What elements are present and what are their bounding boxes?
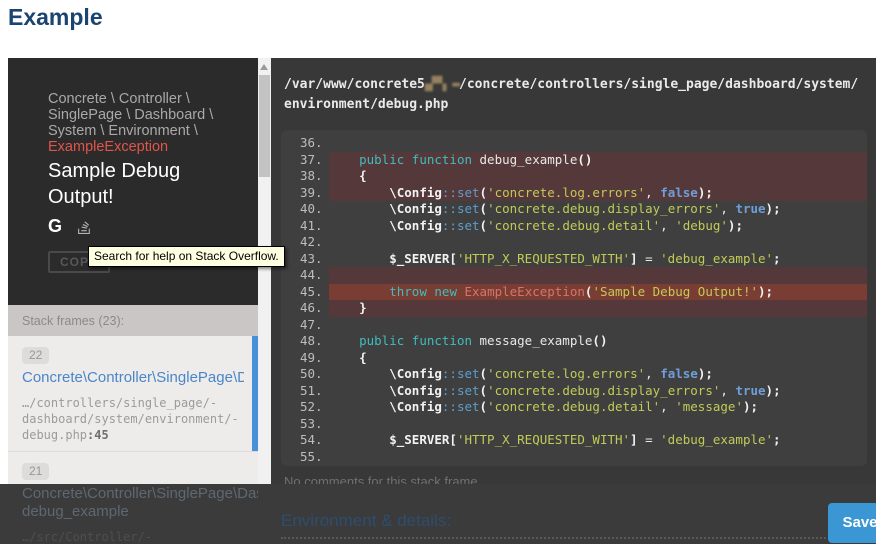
code-viewer: 36.37. public function debug_example()38… (281, 130, 867, 466)
line-number: 42. (281, 234, 322, 251)
line-number: 52. (281, 399, 322, 416)
exception-class-line: SinglePage \ Dashboard \ (48, 107, 213, 123)
line-number: 47. (281, 317, 322, 334)
code-line: 45. throw new ExampleException('Sample D… (281, 284, 867, 301)
line-number: 36. (281, 135, 322, 152)
source-file-path: /var/www/concrete5▄▀▚ ▬/concrete/control… (271, 58, 876, 115)
line-number: 38. (281, 168, 322, 185)
code-line: 40. \Config::set('concrete.debug.display… (281, 201, 867, 218)
exception-info: Concrete \ Controller \ SinglePage \ Das… (8, 58, 258, 305)
line-number: 48. (281, 333, 322, 350)
code-line: 43. $_SERVER['HTTP_X_REQUESTED_WITH'] = … (281, 251, 867, 268)
stack-overflow-tooltip: Search for help on Stack Overflow. (88, 246, 285, 267)
code-panel: /var/www/concrete5▄▀▚ ▬/concrete/control… (271, 58, 876, 544)
line-number: 54. (281, 432, 322, 449)
code-line: 52. \Config::set('concrete.debug.detail'… (281, 399, 867, 416)
line-number: 41. (281, 218, 322, 235)
line-number: 39. (281, 185, 322, 202)
exception-sidebar: Concrete \ Controller \ SinglePage \ Das… (8, 58, 258, 544)
code-lines: 36.37. public function debug_example()38… (281, 135, 867, 465)
environment-details-heading: Environment & details: (281, 511, 870, 539)
frame-title[interactable]: Concrete\Controller\SinglePage\Das (22, 369, 244, 386)
code-line: 49. { (281, 350, 867, 367)
code-line: 48. public function message_example() (281, 333, 867, 350)
code-line: 55. (281, 449, 867, 466)
frame-number-badge: 22 (22, 347, 49, 364)
line-number: 43. (281, 251, 322, 268)
stack-overflow-icon[interactable] (76, 218, 93, 235)
code-line: 36. (281, 135, 867, 152)
save-button[interactable]: Save (828, 503, 876, 543)
dim-overlay: Concrete\Controller\SinglePage\Dash debu… (0, 484, 876, 544)
frame-path: …/controllers/single_page/- dashboard/sy… (22, 395, 244, 443)
exception-class-line: System \ Environment \ (48, 123, 213, 139)
line-number: 45. (281, 284, 322, 301)
code-line: 41. \Config::set('concrete.debug.detail'… (281, 218, 867, 235)
code-line: 47. (281, 317, 867, 334)
line-number: 50. (281, 366, 322, 383)
stack-frame-22[interactable]: 22 Concrete\Controller\SinglePage\Das …/… (8, 336, 258, 452)
dimmed-frame-path: …/src/Controller/- (22, 530, 152, 544)
code-line: 39. \Config::set('concrete.log.errors', … (281, 185, 867, 202)
page-title: Example (8, 4, 103, 31)
line-number: 46. (281, 300, 322, 317)
frame-number-badge: 21 (22, 463, 49, 480)
line-number: 55. (281, 449, 322, 466)
whoops-error-frame: Concrete \ Controller \ SinglePage \ Das… (8, 58, 876, 544)
exception-class-line: Concrete \ Controller \ (48, 91, 213, 107)
stack-frames-header: Stack frames (23): (8, 305, 258, 336)
code-line: 50. \Config::set('concrete.log.errors', … (281, 366, 867, 383)
line-number: 53. (281, 416, 322, 433)
frame-line-number: :45 (87, 428, 109, 442)
code-line: 42. (281, 234, 867, 251)
exception-class: Concrete \ Controller \ SinglePage \ Das… (48, 91, 213, 155)
exception-class-name: ExampleException (48, 139, 213, 155)
line-number: 40. (281, 201, 322, 218)
line-number: 37. (281, 152, 322, 169)
stack-frame-21[interactable]: 21 (8, 452, 258, 488)
scrollbar-thumb[interactable] (259, 75, 270, 177)
line-number: 51. (281, 383, 322, 400)
google-search-icon[interactable]: G (48, 216, 62, 237)
code-line: 46. } (281, 300, 867, 317)
code-line: 54. $_SERVER['HTTP_X_REQUESTED_WITH'] = … (281, 432, 867, 449)
code-line: 44. (281, 267, 867, 284)
scrollbar-up-arrow-icon[interactable] (260, 64, 268, 70)
dimmed-frame-title: Concrete\Controller\SinglePage\Dash debu… (22, 485, 258, 521)
code-line: 51. \Config::set('concrete.debug.display… (281, 383, 867, 400)
active-frame-indicator (252, 336, 258, 451)
code-line: 53. (281, 416, 867, 433)
search-help-icons: G (48, 216, 93, 237)
line-number: 49. (281, 350, 322, 367)
exception-message: Sample Debug Output! (48, 158, 228, 210)
sidebar-scrollbar[interactable] (258, 58, 271, 544)
code-line: 38. { (281, 168, 867, 185)
redacted-path-segment: ▄▀▚ ▬ (425, 77, 459, 92)
line-number: 44. (281, 267, 322, 284)
code-line: 37. public function debug_example() (281, 152, 867, 169)
